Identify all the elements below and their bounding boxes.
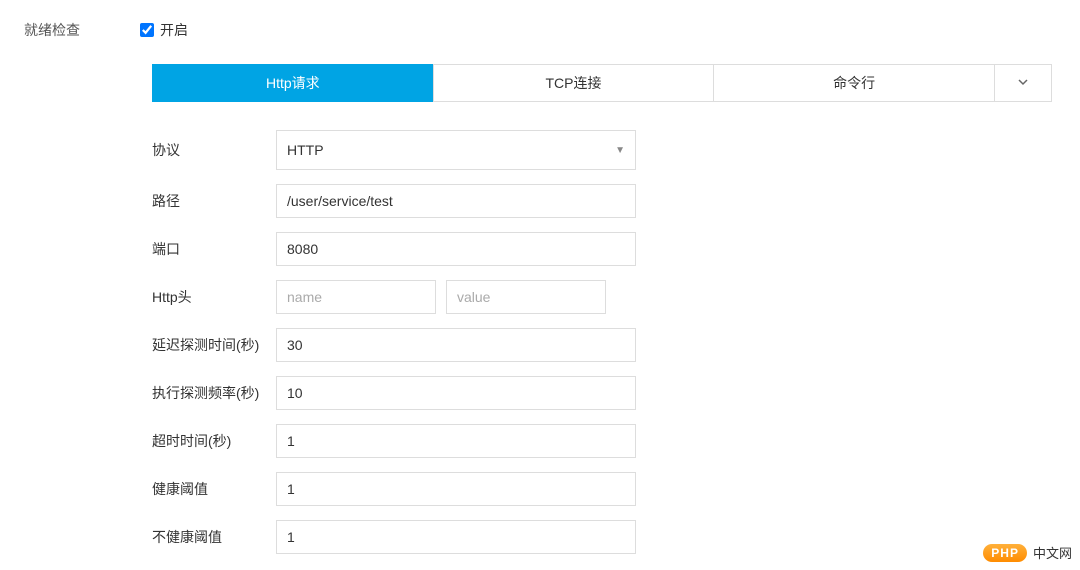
dropdown-arrow-icon: ▼	[615, 145, 625, 156]
port-label: 端口	[152, 239, 276, 259]
enable-checkbox[interactable]	[140, 23, 154, 37]
watermark: PHP 中文网	[983, 543, 1072, 562]
watermark-text: 中文网	[1033, 543, 1072, 562]
unhealthy-threshold-label: 不健康阈值	[152, 527, 276, 547]
php-badge: PHP	[983, 544, 1027, 562]
tab-expand[interactable]	[994, 64, 1052, 102]
unhealthy-threshold-input[interactable]	[276, 520, 636, 554]
chevron-down-icon	[1017, 76, 1029, 88]
timeout-label: 超时时间(秒)	[152, 431, 276, 451]
http-header-name-input[interactable]	[276, 280, 436, 314]
enable-label: 开启	[160, 20, 188, 40]
probe-tabs: Http请求 TCP连接 命令行	[152, 64, 1052, 102]
http-header-value-input[interactable]	[446, 280, 606, 314]
tab-cmd[interactable]: 命令行	[713, 64, 994, 102]
enable-checkbox-wrap[interactable]: 开启	[140, 20, 1060, 40]
healthy-threshold-label: 健康阈值	[152, 479, 276, 499]
path-input[interactable]	[276, 184, 636, 218]
path-label: 路径	[152, 191, 276, 211]
tab-http[interactable]: Http请求	[152, 64, 433, 102]
initial-delay-label: 延迟探测时间(秒)	[152, 335, 276, 355]
port-input[interactable]	[276, 232, 636, 266]
protocol-select[interactable]: HTTP ▼	[276, 130, 636, 170]
period-label: 执行探测频率(秒)	[152, 383, 276, 403]
protocol-label: 协议	[152, 140, 276, 160]
initial-delay-input[interactable]	[276, 328, 636, 362]
section-label: 就绪检查	[0, 20, 140, 40]
http-header-label: Http头	[152, 287, 276, 307]
timeout-input[interactable]	[276, 424, 636, 458]
healthy-threshold-input[interactable]	[276, 472, 636, 506]
period-input[interactable]	[276, 376, 636, 410]
tab-tcp[interactable]: TCP连接	[433, 64, 714, 102]
protocol-value: HTTP	[287, 142, 324, 158]
